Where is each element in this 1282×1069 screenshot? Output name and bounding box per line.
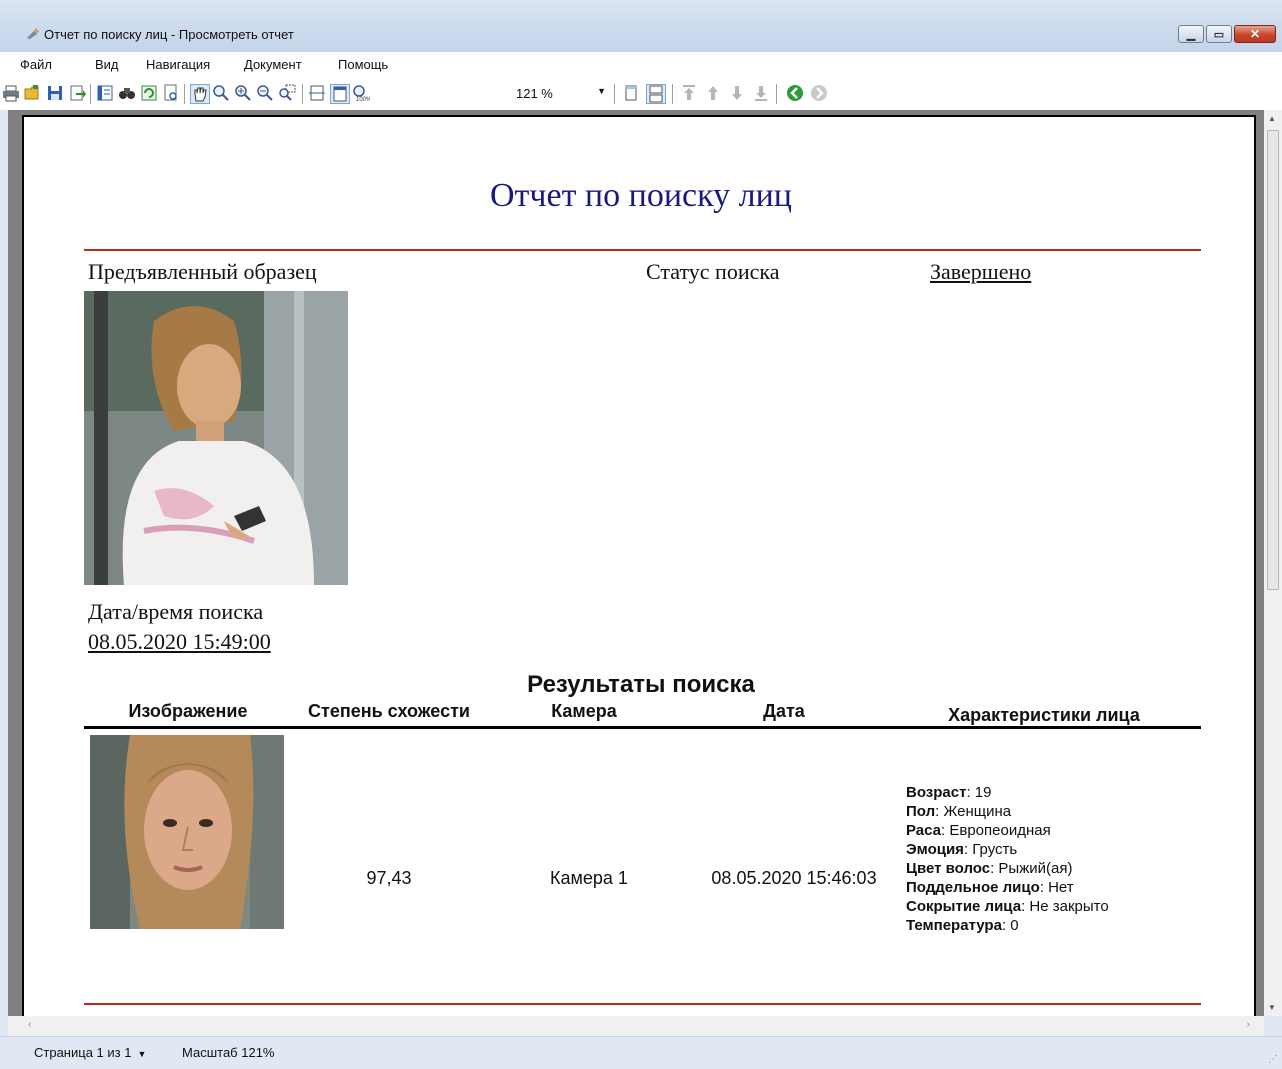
resize-grip-icon[interactable]: ⋰ xyxy=(1268,1054,1278,1065)
fit-width-icon[interactable] xyxy=(308,84,326,102)
status-zoom: Масштаб 121% xyxy=(182,1045,275,1060)
minimize-button[interactable]: ▁ xyxy=(1178,25,1204,43)
actual-size-icon[interactable]: 100% xyxy=(352,84,370,102)
report-page: Отчет по поиску лиц Предъявленный образе… xyxy=(22,115,1256,1016)
menu-bar: Файл Вид Навигация Документ Помощь xyxy=(0,52,1282,78)
menu-view[interactable]: Вид xyxy=(95,57,119,72)
scroll-up-icon[interactable]: ▲ xyxy=(1268,114,1276,123)
column-header-date: Дата xyxy=(763,701,805,721)
save-icon[interactable] xyxy=(46,84,64,102)
next-page-icon[interactable] xyxy=(728,84,746,102)
column-header-image: Изображение xyxy=(128,701,248,721)
column-header-face-features: Характеристики лица xyxy=(948,705,1140,725)
toolbar-separator xyxy=(614,84,615,104)
title-bar: Отчет по поиску лиц - Просмотреть отчет … xyxy=(0,0,1282,52)
result-similarity: 97,43 xyxy=(366,868,412,888)
toolbar-separator xyxy=(302,84,303,104)
attribute-fake-face: Поддельное лицо: Нет xyxy=(906,879,1074,896)
result-camera: Камера 1 xyxy=(550,868,628,888)
whole-page-icon[interactable] xyxy=(330,84,350,104)
toolbar-separator xyxy=(90,84,91,104)
svg-text:100%: 100% xyxy=(356,97,370,102)
report-title: Отчет по поиску лиц xyxy=(489,177,793,214)
single-page-icon[interactable] xyxy=(622,84,640,102)
back-icon[interactable] xyxy=(786,84,804,102)
maximize-button[interactable]: ▭ xyxy=(1206,25,1232,43)
report-viewer-window: Отчет по поиску лиц - Просмотреть отчет … xyxy=(0,0,1282,1069)
attribute-face-covering: Сокрытие лица: Не закрыто xyxy=(906,898,1109,915)
window-title: Отчет по поиску лиц - Просмотреть отчет xyxy=(44,27,294,42)
document-map-icon[interactable] xyxy=(96,84,114,102)
toolbar: 100% 121 % ▼ xyxy=(0,78,1282,110)
zoom-dropdown[interactable]: 121 % ▼ xyxy=(510,84,610,104)
toolbar-separator xyxy=(184,84,185,104)
last-page-icon[interactable] xyxy=(752,84,770,102)
column-header-similarity: Степень схожести xyxy=(308,701,470,721)
export-icon[interactable] xyxy=(68,84,86,102)
close-button[interactable]: ✕ xyxy=(1234,25,1276,43)
attribute-age: Возраст: 19 xyxy=(906,784,992,801)
search-datetime-label: Дата/время поиска xyxy=(88,599,264,624)
zoom-region-icon[interactable] xyxy=(278,84,296,102)
result-face-attributes: Возраст: 19 Пол: Женщина Раса: Европеоид… xyxy=(906,783,1109,935)
footer-rule xyxy=(84,1003,1201,1005)
minimize-icon: ▁ xyxy=(1186,28,1196,41)
zoom-in-icon[interactable] xyxy=(234,84,252,102)
refresh-icon[interactable] xyxy=(140,84,158,102)
close-icon: ✕ xyxy=(1249,27,1261,41)
attribute-temperature: Температура: 0 xyxy=(906,917,1019,934)
status-bar: Страница 1 из 1 ▼ Масштаб 121% ⋰ xyxy=(0,1036,1282,1069)
page-setup-icon[interactable] xyxy=(162,84,180,102)
column-header-camera: Камера xyxy=(551,701,617,721)
first-page-icon[interactable] xyxy=(680,84,698,102)
find-icon[interactable] xyxy=(118,84,136,102)
attribute-gender: Пол: Женщина xyxy=(906,803,1012,820)
print-icon[interactable] xyxy=(2,84,20,102)
zoom-value: 121 % xyxy=(516,86,553,101)
page-indicator[interactable]: Страница 1 из 1 ▼ xyxy=(34,1045,146,1060)
toolbar-separator xyxy=(672,84,673,104)
forward-icon[interactable] xyxy=(810,84,828,102)
scroll-left-icon[interactable]: ‹ xyxy=(28,1019,31,1030)
menu-file[interactable]: Файл xyxy=(20,57,52,72)
continuous-page-icon[interactable] xyxy=(646,84,666,104)
hand-tool-icon[interactable] xyxy=(190,84,210,104)
zoom-icon[interactable] xyxy=(212,84,230,102)
chevron-down-icon: ▼ xyxy=(137,1049,147,1059)
sample-label: Предъявленный образец xyxy=(88,259,317,284)
app-icon xyxy=(27,28,39,39)
toolbar-separator xyxy=(776,84,777,104)
chevron-down-icon: ▼ xyxy=(597,86,606,96)
menu-navigation[interactable]: Навигация xyxy=(146,57,210,72)
attribute-race: Раса: Европеоидная xyxy=(906,822,1051,839)
attribute-hair-color: Цвет волос: Рыжий(ая) xyxy=(906,860,1073,877)
results-heading: Результаты поиска xyxy=(527,671,755,698)
previous-page-icon[interactable] xyxy=(704,84,722,102)
open-icon[interactable] xyxy=(24,84,42,102)
maximize-icon: ▭ xyxy=(1213,28,1225,41)
scroll-right-icon[interactable]: › xyxy=(1247,1019,1250,1030)
search-status-label: Статус поиска xyxy=(646,259,780,284)
menu-document[interactable]: Документ xyxy=(244,57,302,72)
header-rule xyxy=(84,249,1201,251)
attribute-emotion: Эмоция: Грусть xyxy=(906,841,1018,858)
window-controls: ▁ ▭ ✕ xyxy=(1176,25,1276,44)
horizontal-scrollbar[interactable]: ‹ › xyxy=(8,1016,1264,1036)
zoom-out-icon[interactable] xyxy=(256,84,274,102)
scrollbar-thumb[interactable] xyxy=(1267,130,1279,590)
result-face-image xyxy=(90,735,284,929)
menu-help[interactable]: Помощь xyxy=(338,57,388,72)
search-status-value: Завершено xyxy=(930,259,1032,284)
vertical-scrollbar[interactable]: ▲ ▼ xyxy=(1264,110,1282,1016)
sample-photo xyxy=(84,291,348,585)
scroll-down-icon[interactable]: ▼ xyxy=(1268,1003,1276,1012)
search-datetime-value: 08.05.2020 15:49:00 xyxy=(88,629,271,654)
result-date: 08.05.2020 15:46:03 xyxy=(711,868,877,888)
table-header-rule xyxy=(84,726,1201,729)
